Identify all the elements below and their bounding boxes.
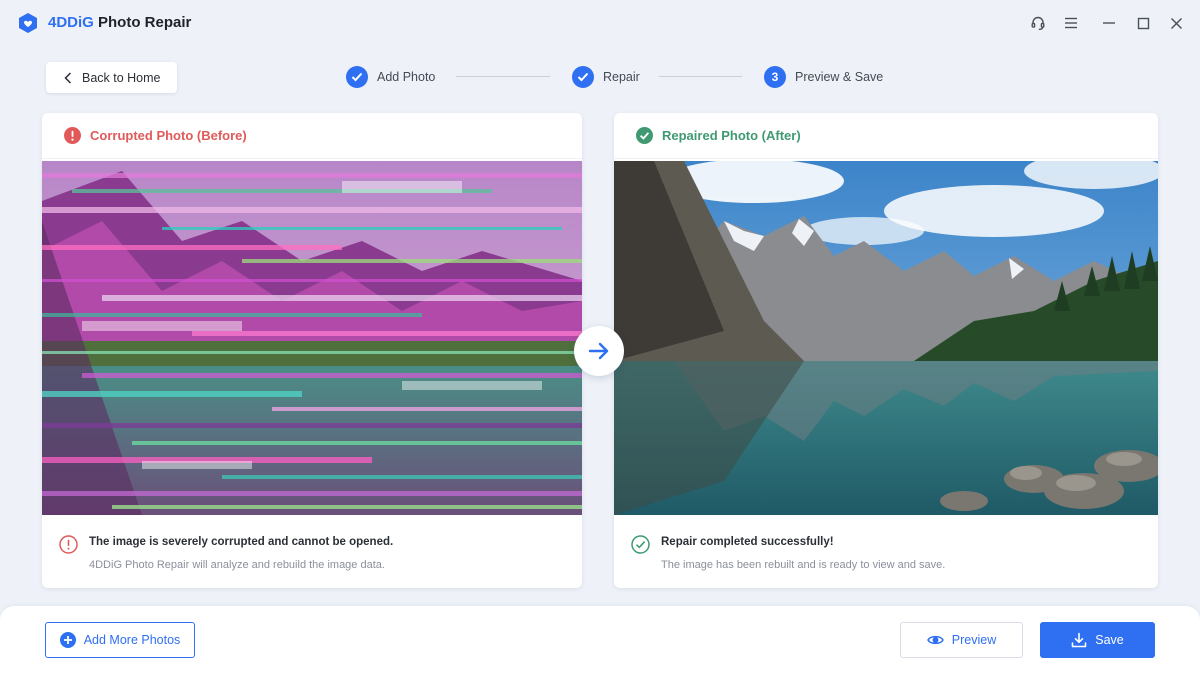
maximize-icon[interactable] — [1133, 13, 1153, 33]
before-panel-header: Corrupted Photo (Before) — [42, 113, 582, 159]
step-preview-save: 3 Preview & Save — [764, 65, 883, 89]
close-icon[interactable] — [1166, 13, 1186, 33]
bottom-action-bar: Add More Photos Preview Save — [0, 606, 1200, 675]
success-circle-icon — [631, 535, 650, 554]
warning-circle-icon — [59, 535, 78, 554]
download-icon — [1071, 632, 1087, 648]
before-panel: Corrupted Photo (Before) The image is se… — [42, 113, 582, 588]
after-panel-footer: Repair completed successfully! The image… — [614, 515, 1158, 588]
step-connector — [659, 76, 742, 77]
success-check-icon — [636, 127, 653, 144]
minimize-icon[interactable] — [1099, 13, 1119, 33]
after-panel-header: Repaired Photo (After) — [614, 113, 1158, 159]
before-message-title: The image is severely corrupted and cann… — [89, 536, 394, 548]
back-to-home-button[interactable]: Back to Home — [46, 62, 177, 93]
before-panel-title: Corrupted Photo (Before) — [90, 128, 247, 143]
step-repair: Repair — [572, 65, 640, 89]
step-check-icon — [572, 66, 594, 88]
after-message-title: Repair completed successfully! — [661, 536, 834, 548]
app-brand: 4DDiG — [48, 14, 94, 31]
step-number: 3 — [764, 66, 786, 88]
repaired-photo — [614, 161, 1158, 515]
after-panel: Repaired Photo (After) Repair completed … — [614, 113, 1158, 588]
app-name: Photo Repair — [93, 14, 192, 31]
error-icon — [64, 127, 81, 144]
chevron-left-icon — [64, 71, 72, 84]
step-label: Add Photo — [377, 70, 436, 84]
step-label: Repair — [603, 70, 640, 84]
menu-icon[interactable] — [1061, 13, 1081, 33]
app-title: 4DDiG Photo Repair — [48, 14, 191, 31]
add-more-photos-label: Add More Photos — [83, 633, 181, 647]
back-to-home-label: Back to Home — [82, 70, 161, 85]
save-button[interactable]: Save — [1040, 622, 1155, 658]
app-logo-icon — [19, 13, 37, 33]
arrow-right-icon — [574, 326, 624, 376]
step-check-icon — [346, 66, 368, 88]
title-bar: 4DDiG Photo Repair — [0, 0, 1200, 46]
step-connector — [456, 76, 550, 77]
corrupted-photo — [42, 161, 582, 515]
step-label: Preview & Save — [795, 70, 884, 84]
support-headset-icon[interactable] — [1028, 13, 1048, 33]
eye-icon — [926, 635, 944, 645]
before-panel-footer: The image is severely corrupted and cann… — [42, 515, 582, 588]
after-panel-title: Repaired Photo (After) — [662, 128, 801, 143]
after-message-body: The image has been rebuilt and is ready … — [661, 559, 946, 571]
save-label: Save — [1095, 633, 1124, 647]
before-message-body: 4DDiG Photo Repair will analyze and rebu… — [89, 559, 385, 571]
plus-circle-icon — [59, 632, 76, 648]
preview-button[interactable]: Preview — [900, 622, 1023, 658]
step-add-photo: Add Photo — [346, 65, 435, 89]
preview-label: Preview — [951, 633, 997, 647]
add-more-photos-button[interactable]: Add More Photos — [45, 622, 195, 658]
